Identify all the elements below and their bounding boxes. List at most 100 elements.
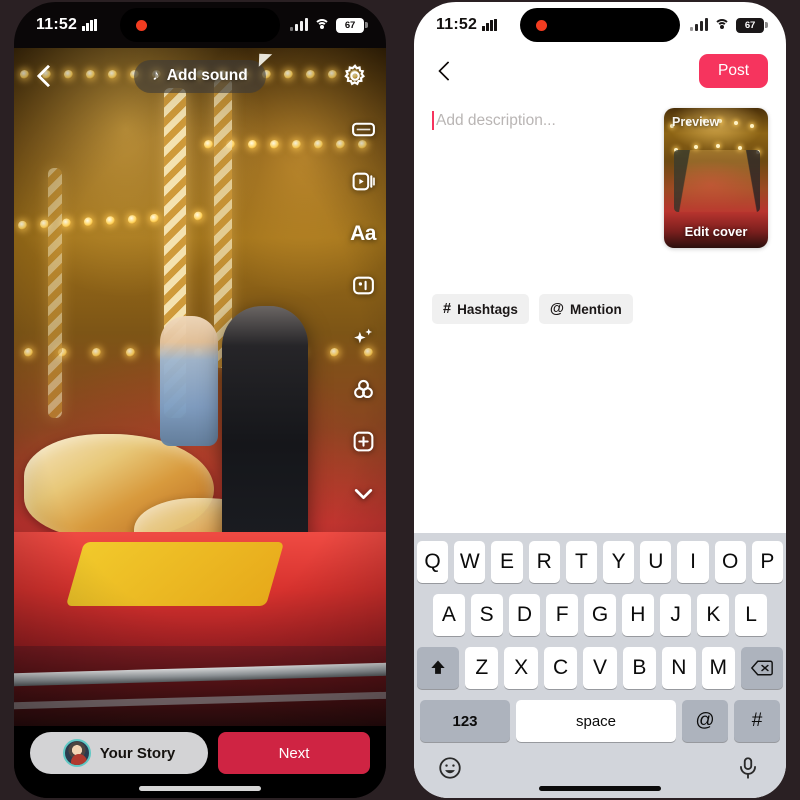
preview-label: Preview — [672, 115, 720, 129]
text-icon[interactable]: Aa — [348, 218, 378, 248]
key-k[interactable]: K — [697, 594, 730, 636]
key-i[interactable]: I — [677, 541, 709, 583]
aspect-ratio-icon[interactable] — [348, 114, 378, 144]
sticker-icon[interactable] — [348, 270, 378, 300]
keyboard-row-3: Z X C V B N M — [417, 647, 783, 689]
key-m[interactable]: M — [701, 647, 735, 689]
recording-dot-icon — [536, 19, 547, 31]
microphone-icon[interactable] — [735, 755, 763, 783]
key-v[interactable]: V — [583, 647, 617, 689]
wifi-icon — [714, 19, 730, 31]
key-a[interactable]: A — [432, 594, 465, 636]
add-overlay-icon[interactable] — [348, 426, 378, 456]
hashtags-chip[interactable]: # Hashtags — [432, 294, 529, 324]
editor-top-bar: ♪ Add sound — [14, 48, 386, 104]
key-s[interactable]: S — [470, 594, 503, 636]
key-h[interactable]: H — [621, 594, 654, 636]
gear-icon[interactable] — [342, 63, 368, 89]
back-button[interactable] — [32, 63, 58, 89]
status-time-text: 11:52 — [36, 16, 78, 33]
emoji-smiley-icon[interactable] — [437, 755, 465, 783]
key-w[interactable]: W — [454, 541, 486, 583]
video-preview[interactable]: ♪ Add sound Aa — [14, 48, 386, 726]
carousel-image — [14, 48, 386, 726]
battery-level-text: 67 — [344, 19, 356, 31]
key-u[interactable]: U — [640, 541, 672, 583]
description-input[interactable]: Add description... — [432, 108, 652, 248]
hash-key[interactable]: # — [734, 700, 780, 742]
keyboard-row-2: A S D F G H J K L — [417, 594, 783, 636]
filters-icon[interactable] — [348, 374, 378, 404]
composer-body: Add description... Preview Edit cover # … — [414, 94, 786, 324]
battery-icon: 67 — [736, 17, 768, 33]
numbers-key[interactable]: 123 — [420, 700, 510, 742]
signal-bars-icon — [690, 18, 708, 31]
activity-bars-icon — [482, 19, 497, 31]
key-t[interactable]: T — [565, 541, 597, 583]
key-f[interactable]: F — [546, 594, 579, 636]
key-o[interactable]: O — [714, 541, 746, 583]
key-y[interactable]: Y — [603, 541, 635, 583]
key-r[interactable]: R — [528, 541, 560, 583]
status-indicators-left: 67 — [290, 17, 368, 33]
edit-cover-label[interactable]: Edit cover — [664, 224, 768, 239]
status-bar-left: 11:52 67 — [14, 2, 386, 48]
composer-chips: # Hashtags @ Mention — [432, 294, 768, 324]
enhance-sparkle-icon[interactable] — [348, 322, 378, 352]
signal-bars-icon — [290, 18, 308, 31]
battery-level-text: 67 — [744, 19, 756, 31]
key-l[interactable]: L — [735, 594, 768, 636]
key-p[interactable]: P — [751, 541, 784, 583]
text-caret — [432, 111, 434, 130]
avatar — [62, 739, 91, 767]
activity-bars-icon — [82, 19, 97, 31]
shift-icon[interactable] — [417, 647, 460, 689]
hash-icon: # — [443, 301, 452, 317]
key-g[interactable]: G — [584, 594, 616, 636]
your-story-button[interactable]: Your Story — [30, 732, 208, 774]
text-tool-label: Aa — [350, 221, 376, 245]
left-phone-frame: 11:52 67 ♪ Add sound Aa Your Story Next — [14, 2, 386, 798]
hashtags-label: Hashtags — [457, 301, 518, 317]
on-screen-keyboard: Q W E R T Y U I O P A S D F G H J K L Z … — [414, 533, 786, 798]
pill-tail-decor — [258, 53, 272, 67]
back-button[interactable] — [432, 58, 458, 84]
key-c[interactable]: C — [543, 647, 578, 689]
recording-dot-icon — [136, 19, 147, 31]
next-label: Next — [278, 744, 310, 762]
your-story-label: Your Story — [99, 744, 176, 762]
key-n[interactable]: N — [662, 647, 696, 689]
backspace-icon[interactable] — [740, 647, 783, 689]
battery-icon: 67 — [336, 17, 368, 33]
status-time-text: 11:52 — [436, 16, 478, 33]
dynamic-island — [520, 8, 680, 42]
key-q[interactable]: Q — [416, 541, 449, 583]
chevron-down-icon[interactable] — [348, 478, 378, 508]
next-button[interactable]: Next — [218, 732, 370, 774]
keyboard-row-1: Q W E R T Y U I O P — [416, 541, 784, 583]
post-label: Post — [717, 62, 749, 79]
description-placeholder: Add description... — [436, 112, 556, 129]
space-key[interactable]: space — [516, 700, 676, 742]
key-z[interactable]: Z — [465, 647, 499, 689]
editor-tool-rail: Aa — [348, 114, 378, 508]
key-x[interactable]: X — [504, 647, 538, 689]
keyboard-bottom-row — [417, 751, 783, 783]
add-sound-button[interactable]: ♪ Add sound — [134, 53, 272, 93]
post-button[interactable]: Post — [698, 54, 768, 88]
dual-phone-screenshot: 11:52 67 ♪ Add sound Aa Your Story Next … — [0, 0, 800, 800]
effects-icon[interactable] — [348, 166, 378, 196]
music-note-icon: ♪ — [152, 67, 160, 84]
key-e[interactable]: E — [491, 541, 523, 583]
home-indicator-right — [539, 786, 661, 791]
status-time-left: 11:52 — [36, 16, 97, 34]
mention-chip[interactable]: @ Mention — [538, 294, 633, 324]
status-indicators-right: 67 — [690, 17, 768, 33]
status-bar-right: 11:52 67 — [414, 2, 786, 48]
key-d[interactable]: D — [508, 594, 541, 636]
cover-preview-thumbnail[interactable]: Preview Edit cover — [664, 108, 768, 248]
key-j[interactable]: J — [659, 594, 692, 636]
at-key[interactable]: @ — [682, 700, 728, 742]
key-b[interactable]: B — [622, 647, 657, 689]
add-sound-label: Add sound — [166, 66, 248, 84]
